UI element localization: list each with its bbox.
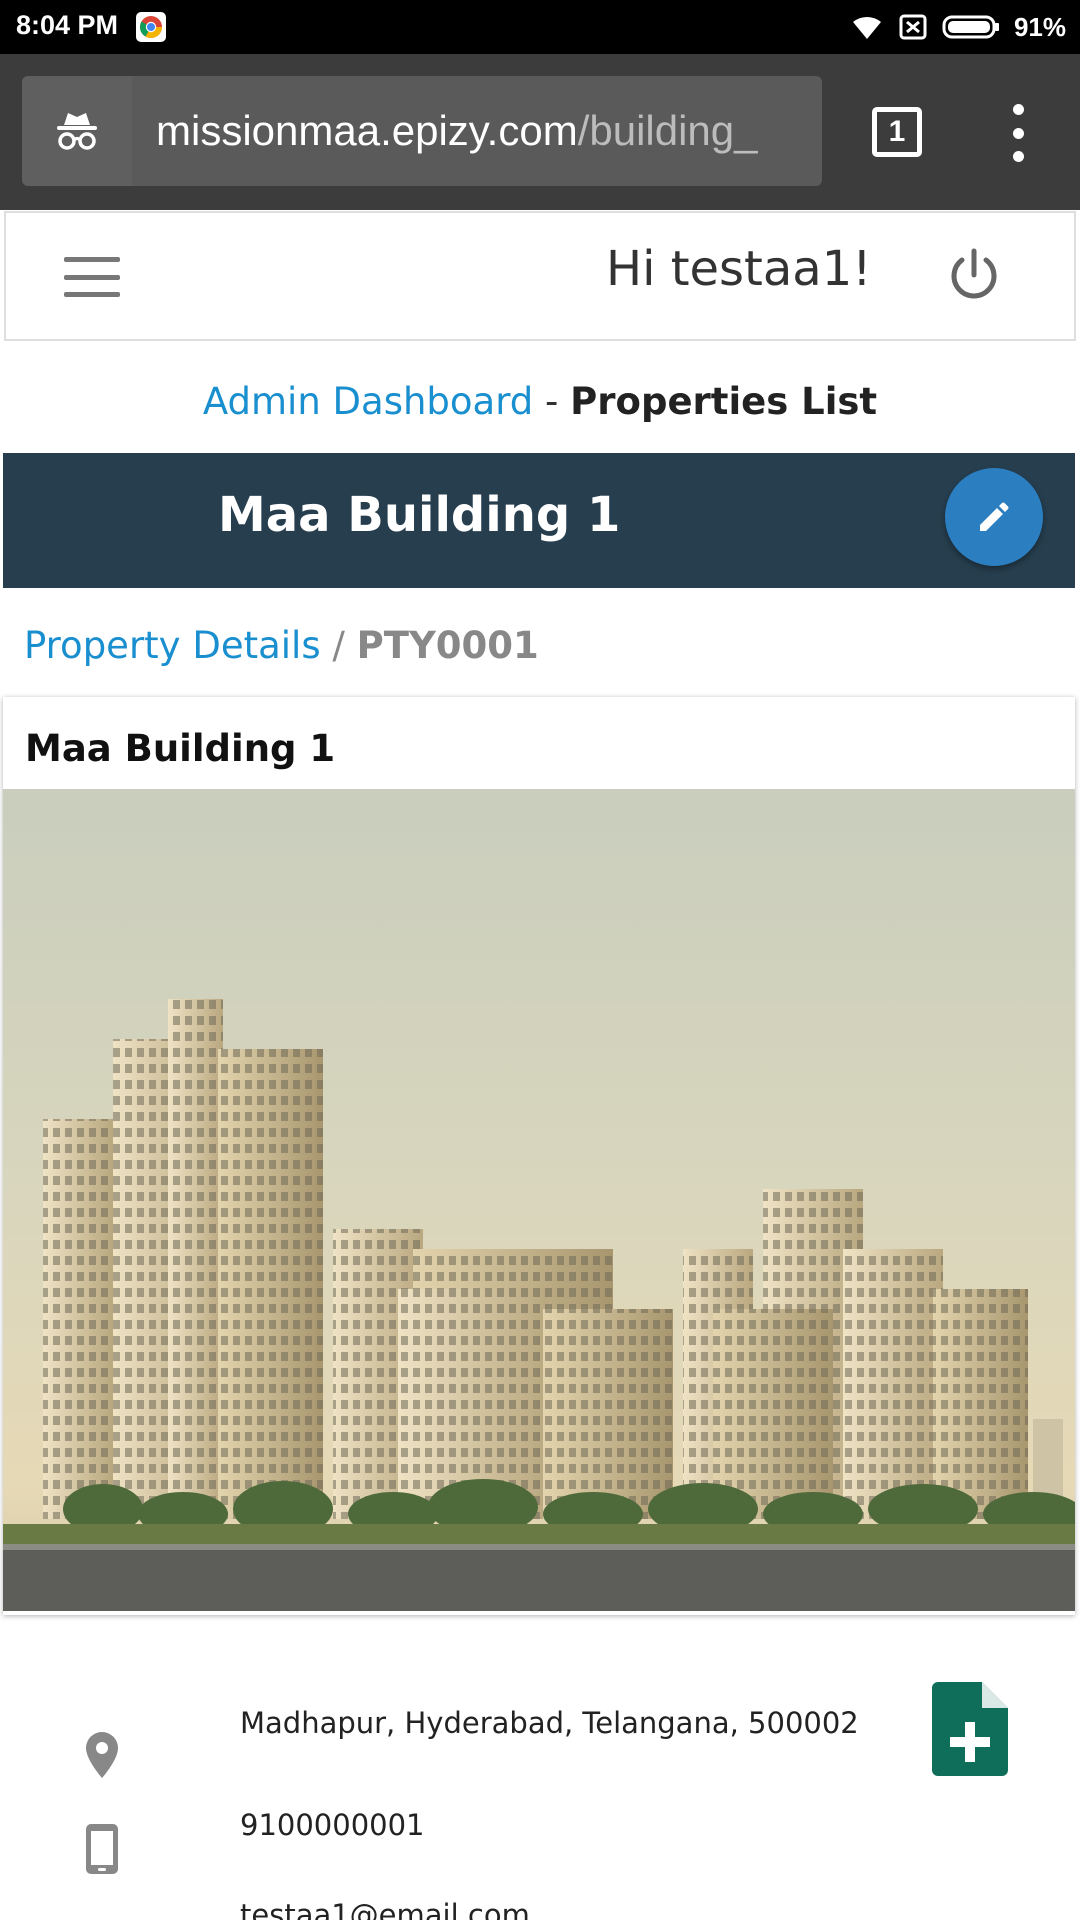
property-banner: Maa Building 1 (3, 453, 1075, 588)
url-path: /building_ (577, 107, 758, 154)
app-header: Hi testaa1! (4, 211, 1076, 341)
address-text: Madhapur, Hyderabad, Telangana, 500002 (240, 1706, 859, 1740)
power-icon[interactable] (946, 247, 1002, 303)
card-title: Maa Building 1 (25, 727, 336, 770)
property-details-link[interactable]: Property Details (24, 624, 321, 667)
status-right: 91% (850, 8, 1066, 46)
property-id: PTY0001 (356, 624, 539, 667)
incognito-icon[interactable] (22, 76, 132, 186)
breadcrumb-current: Properties List (570, 380, 878, 423)
edit-button[interactable] (945, 468, 1043, 566)
location-icon (86, 1732, 118, 1778)
phone-icon (86, 1824, 118, 1874)
status-time: 8:04 PM (16, 10, 119, 40)
greeting: Hi testaa1! (606, 241, 872, 297)
admin-dashboard-link[interactable]: Admin Dashboard (203, 380, 533, 423)
building-photo (3, 789, 1075, 1611)
edit-icon (980, 502, 1009, 531)
wifi-icon (852, 16, 881, 39)
breadcrumb-separator: / (332, 624, 345, 667)
menu-icon[interactable] (64, 257, 120, 297)
breadcrumb: Admin Dashboard - Properties List (0, 380, 1080, 423)
property-card: Maa Building 1 (3, 697, 1075, 1615)
details-breadcrumb: Property Details / PTY0001 (24, 624, 539, 667)
breadcrumb-separator: - (545, 380, 559, 423)
url-host: missionmaa.epizy.com (156, 107, 578, 154)
browser-toolbar: missionmaa.epizy.com/building_ 1 (0, 54, 1080, 210)
battery-percent: 91% (1013, 11, 1066, 42)
battery-icon (942, 15, 999, 39)
email-text: testaa1@email.com (240, 1898, 530, 1920)
no-sim-icon (899, 14, 927, 40)
url-bar[interactable]: missionmaa.epizy.com/building_ (132, 76, 822, 186)
more-vert-icon[interactable] (998, 104, 1038, 162)
add-document-icon[interactable] (932, 1682, 1008, 1776)
tabs-icon[interactable]: 1 (872, 107, 922, 157)
chrome-icon (136, 12, 166, 42)
phone-text: 9100000001 (240, 1808, 425, 1842)
status-bar: 8:04 PM 91% (0, 0, 1080, 54)
page-title: Maa Building 1 (218, 487, 621, 543)
